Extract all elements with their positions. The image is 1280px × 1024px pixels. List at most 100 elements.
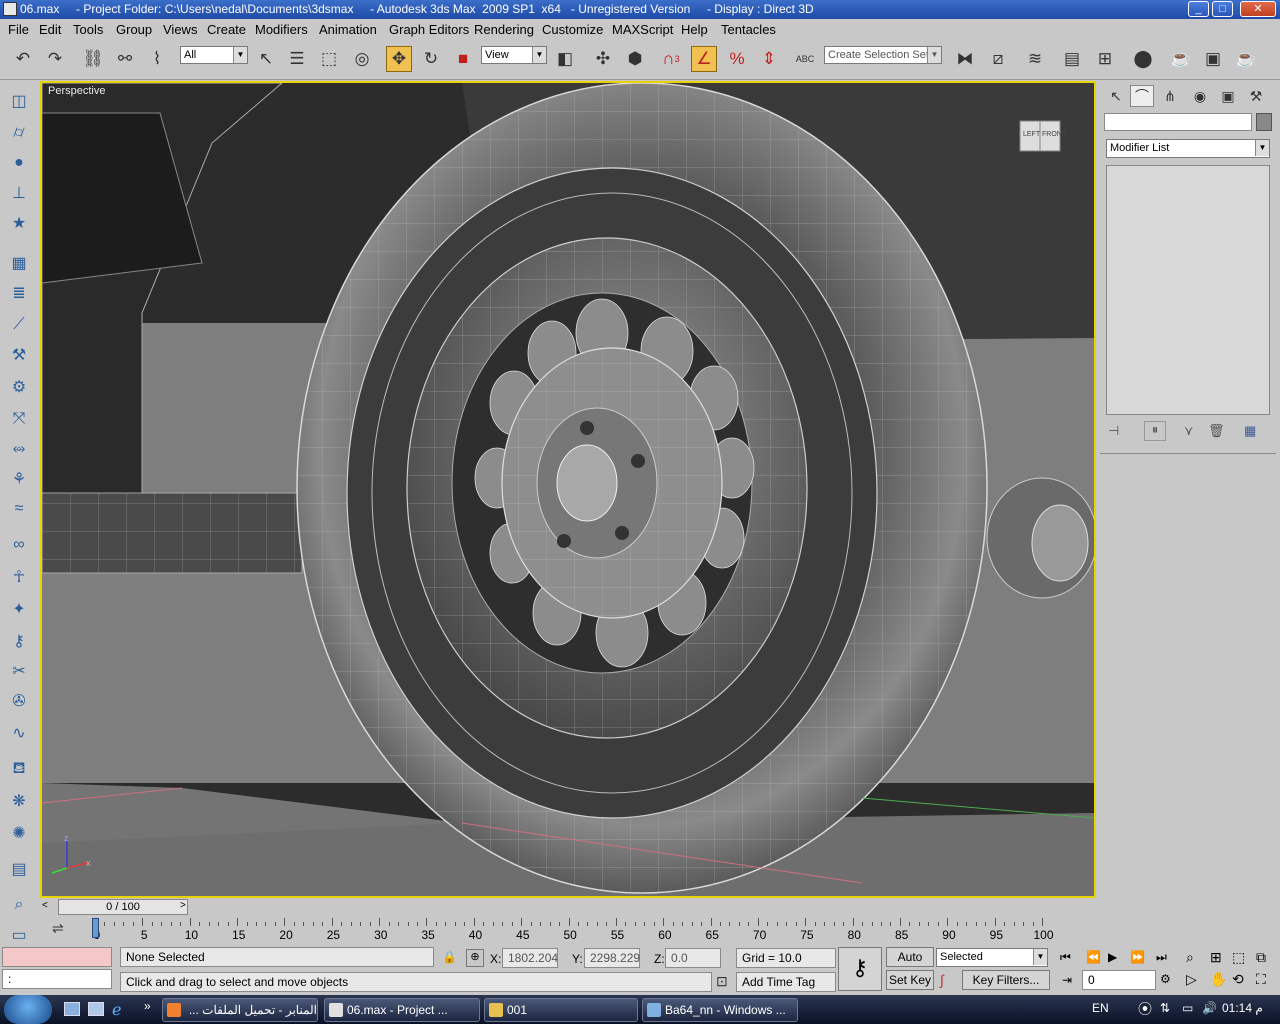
chain-icon[interactable]: ∞ [6,533,32,557]
app-icon[interactable] [3,2,17,16]
show-desktop-icon[interactable] [64,1002,80,1016]
volume-icon[interactable]: 🔊 [1202,1001,1217,1015]
snap-icon[interactable]: ∩ 3 [658,46,684,72]
light-icon[interactable]: ⊥ [6,181,32,205]
close-button[interactable]: ✕ [1240,1,1276,17]
menu-views[interactable]: Views [163,22,197,37]
maxscript-prompt-field[interactable]: : [2,969,112,989]
hierarchy-tab-icon[interactable]: ⋔ [1158,85,1182,107]
maximize-button[interactable]: □ [1212,1,1233,17]
maximize-viewport-icon[interactable]: ⛶ [1256,971,1266,988]
motion-tab-icon[interactable]: ◉ [1188,85,1212,107]
lock-icon[interactable]: 🔒 [442,950,457,964]
select-by-name-icon[interactable]: ☰ [284,46,310,72]
listener-icon[interactable]: ▤ [6,857,32,881]
menu-file[interactable]: File [8,22,29,37]
render-setup-icon[interactable]: ☕ [1168,46,1194,72]
field-of-view-icon[interactable]: ▷ [1186,971,1197,988]
biped-icon[interactable]: ☥ [6,565,32,589]
show-end-result-icon[interactable]: ⏸ [1144,421,1166,441]
go-to-end-icon[interactable]: ⏭ [1156,950,1167,965]
set-key-icon[interactable]: ⚷ [838,947,882,991]
curve-icon[interactable]: ∿ [6,721,32,745]
current-frame-field[interactable]: 0 [1082,970,1156,990]
viewcube-front-label[interactable]: FRONT [1042,131,1066,138]
angle-snap-icon[interactable]: ∠ [691,46,717,72]
clock[interactable]: 01:14 م [1222,1001,1263,1015]
default-tangent-icon[interactable]: ∫ [940,972,944,988]
connection-icon[interactable]: ▭ [1182,1001,1193,1015]
compass-icon[interactable]: ✇ [6,689,32,713]
cylinder-icon[interactable]: ⌭ [6,121,32,145]
hammer-icon[interactable]: ⚒ [6,343,32,367]
schematic-icon[interactable]: ⊞ [1092,46,1118,72]
next-frame-icon[interactable]: ⏩ [1130,950,1145,964]
sphere-icon[interactable]: ● [6,151,32,175]
rotate-icon[interactable]: ↻ [418,46,444,72]
curve-editor-icon[interactable]: ▤ [1059,46,1085,72]
checker-icon[interactable]: ▦ [6,251,32,275]
z-coordinate-field[interactable]: 0.0 [665,948,721,968]
task-folder[interactable]: 001 [484,998,638,1022]
next-frame-icon[interactable]: > [180,900,186,911]
time-slider-thumb[interactable]: 0 / 100 [58,899,188,915]
align-icon[interactable]: ⧄ [985,46,1011,72]
named-selection-dropdown[interactable]: Create Selection Set ▼ [824,46,942,64]
switch-windows-icon[interactable] [88,1002,104,1016]
mini-curve-editor-icon[interactable]: ⇌ [52,920,64,937]
gear-icon[interactable]: ⚙ [6,375,32,399]
star-icon[interactable]: ★ [6,211,32,235]
menu-tentacles[interactable]: Tentacles [721,22,776,37]
start-button[interactable] [4,995,52,1024]
menu-maxscript[interactable]: MAXScript [612,22,673,37]
hair-icon[interactable]: ❋ [6,789,32,813]
stack-icon[interactable]: ≣ [6,281,32,305]
helper-icon[interactable]: ⤧ [6,407,32,431]
redo-icon[interactable]: ↷ [42,46,68,72]
key-icon[interactable]: ⚷ [6,629,32,653]
menu-rendering[interactable]: Rendering [474,22,534,37]
rect-region-icon[interactable]: ⬚ [316,46,342,72]
menu-customize[interactable]: Customize [542,22,603,37]
bluetooth-icon[interactable]: ⦿ [1138,999,1152,1019]
zoom-icon[interactable]: ⌕ [6,893,32,917]
maxscript-listener-mini[interactable] [2,947,112,967]
material-editor-icon[interactable]: ⬤ [1130,46,1156,72]
set-key-button[interactable]: Set Key [886,970,934,990]
spinner-snap-icon[interactable]: ⇕ [756,46,782,72]
box-icon[interactable]: ◫ [6,89,32,113]
create-tab-icon[interactable]: ↖ [1104,85,1128,107]
add-time-tag[interactable]: Add Time Tag [736,972,836,992]
display-tab-icon[interactable]: ▣ [1216,85,1240,107]
zoom-all-icon[interactable]: ⊞ [1210,949,1222,966]
configure-modifier-sets-icon[interactable]: ▦ [1244,423,1256,439]
time-slider[interactable]: < 0 / 100 > [40,898,1096,916]
layer-manager-icon[interactable]: ≋ [1022,46,1048,72]
viewcube-left-label[interactable]: LEFT [1023,131,1040,138]
reference-coord-dropdown[interactable]: View ▼ [481,46,547,64]
go-to-start-icon[interactable]: ⏮ [1060,950,1071,965]
menu-create[interactable]: Create [207,22,246,37]
mirror-icon[interactable]: ⧓ [952,46,978,72]
selection-filter-dropdown[interactable]: All ▼ [180,46,248,64]
particle-icon[interactable]: ✺ [6,821,32,845]
prev-frame-icon[interactable]: < [42,900,48,911]
cloth-icon[interactable]: ⛾ [6,757,32,781]
undo-icon[interactable]: ↶ [10,46,36,72]
quick-render-icon[interactable]: ☕ [1233,46,1259,72]
plant-icon[interactable]: ⚘ [6,467,32,491]
wave-icon[interactable]: ≈ [6,497,32,521]
object-color-swatch[interactable] [1256,113,1272,131]
y-coordinate-field[interactable]: 2298.229 [584,948,640,968]
modify-tab-icon[interactable]: ⌒ [1130,85,1154,107]
wrench-icon[interactable]: ✂ [6,659,32,683]
utilities-tab-icon[interactable]: ⚒ [1244,85,1268,107]
bone-icon[interactable]: ⥈ [6,437,32,461]
minimize-button[interactable]: _ [1188,1,1209,17]
task-3dsmax[interactable]: 06.max - Project ... [324,998,480,1022]
scale-icon[interactable]: ■ [450,46,476,72]
zoom-icon[interactable]: ⌕ [1186,949,1194,966]
menu-tools[interactable]: Tools [73,22,103,37]
task-windows-photo[interactable]: Ba64_nn - Windows ... [642,998,798,1022]
pivot-icon[interactable]: ◧ [552,46,578,72]
